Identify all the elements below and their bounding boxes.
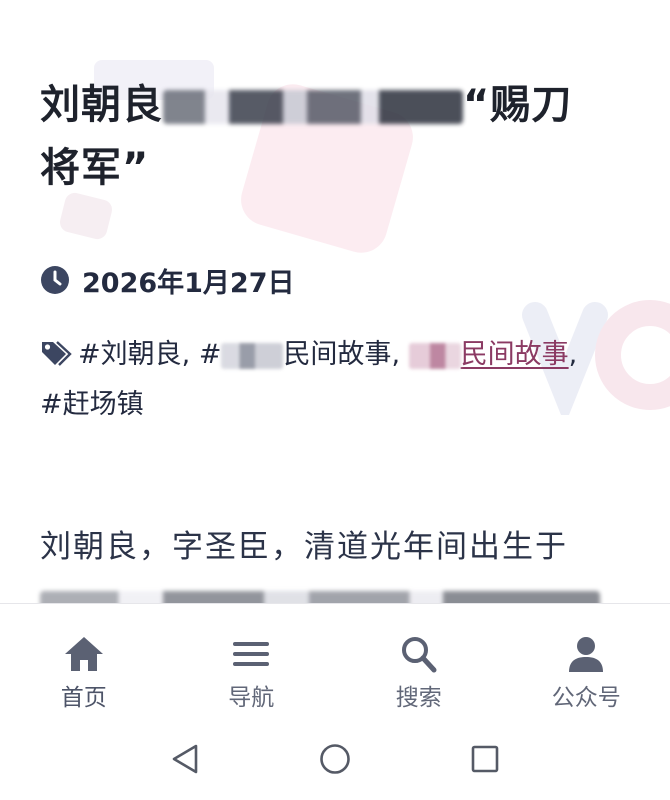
post-date-text: 2026年1月27日	[82, 267, 295, 299]
tag-text: 民间故事	[283, 339, 392, 370]
title-line2: 将军”	[40, 145, 150, 191]
recents-square-icon	[471, 745, 499, 773]
home-circle-icon	[320, 744, 350, 774]
nav-label: 首页	[60, 685, 107, 711]
article-title: 刘朝良 “赐刀 将军”	[40, 74, 640, 200]
title-quote: “赐刀	[463, 82, 573, 128]
tag-separator: ,	[181, 339, 191, 370]
redacted-text	[408, 342, 461, 369]
system-navigation-bar	[0, 718, 670, 800]
bottom-navigation: 首页 导航 搜索 公众号	[0, 603, 670, 719]
clock-icon	[41, 266, 69, 294]
user-icon	[569, 637, 604, 672]
redacted-text	[163, 90, 463, 124]
tag-text: 民间故事	[460, 339, 569, 370]
post-date: 2026年1月27日	[40, 262, 295, 299]
nav-home[interactable]: 首页	[19, 604, 149, 712]
tag-separator: ,	[391, 339, 401, 370]
tag-text: #	[198, 339, 222, 370]
nav-official-account[interactable]: 公众号	[521, 604, 651, 712]
tag-separator: ,	[568, 339, 578, 370]
title-start: 刘朝良	[40, 82, 163, 128]
system-back-button[interactable]	[165, 739, 205, 779]
article-body: 刘朝良，字圣臣，清道光年间出生于	[40, 522, 640, 603]
tags-icon	[42, 341, 72, 366]
tag-list: #刘朝良, # 民间故事, 民间故事, #赶场镇	[40, 330, 650, 430]
redacted-text	[221, 342, 284, 369]
tag-link[interactable]: # 民间故事	[199, 339, 392, 370]
menu-icon	[233, 642, 270, 666]
nav-label: 公众号	[551, 685, 621, 711]
home-icon	[64, 637, 103, 671]
nav-label: 导航	[228, 685, 275, 711]
tag-link[interactable]: 民间故事	[408, 339, 569, 370]
tag-link[interactable]: #赶场镇	[40, 389, 144, 420]
body-paragraph: 刘朝良，字圣臣，清道光年间出生于	[40, 529, 568, 565]
nav-search[interactable]: 搜索	[354, 604, 484, 712]
back-triangle-icon	[172, 744, 198, 774]
search-icon	[401, 637, 437, 673]
article-content: 刘朝良 “赐刀 将军” 2026年1月27日 #刘朝良, # 民间故事, 民间故事,…	[0, 0, 670, 603]
system-recents-button[interactable]	[465, 739, 505, 779]
nav-menu[interactable]: 导航	[186, 604, 316, 712]
tag-link[interactable]: #刘朝良	[78, 339, 182, 370]
cut-off-text-line	[40, 590, 600, 603]
nav-label: 搜索	[395, 685, 442, 711]
system-home-button[interactable]	[315, 739, 355, 779]
